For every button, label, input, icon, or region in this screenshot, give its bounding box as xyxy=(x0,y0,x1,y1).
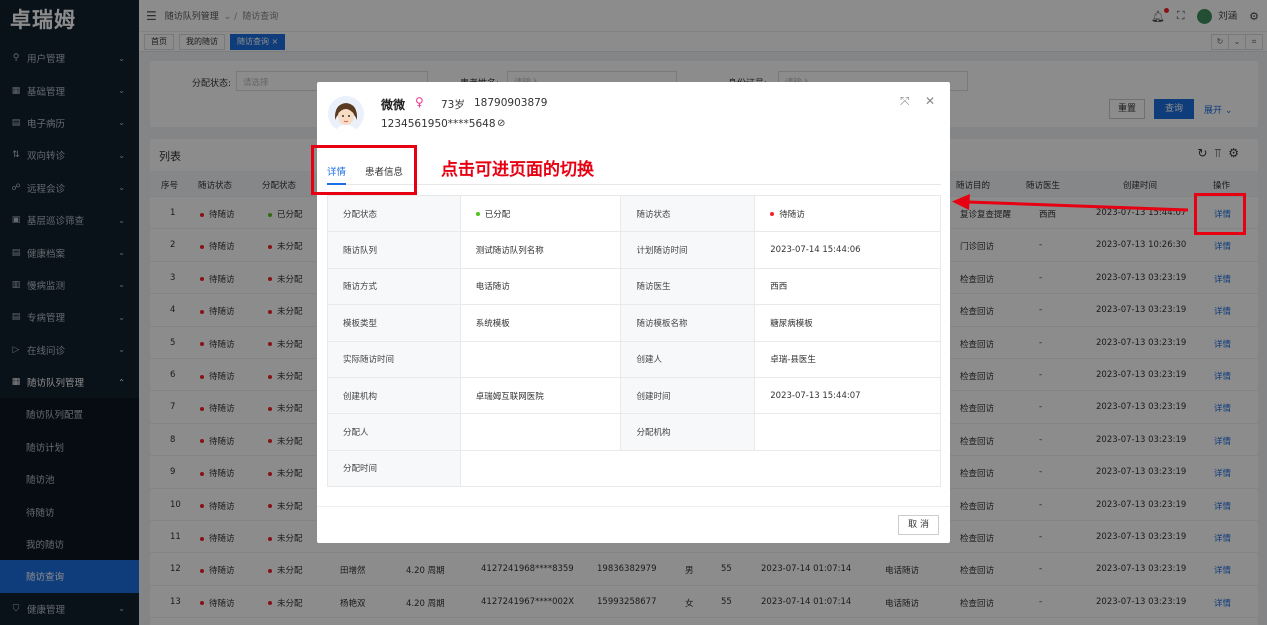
modal-footer xyxy=(317,506,950,507)
status-text: 待随访 xyxy=(779,209,805,220)
eye-hidden-icon[interactable]: ⊘ xyxy=(497,118,505,129)
detail-row: 创建机构 卓瑞姆互联网医院 创建时间 2023-07-13 15:44:07 xyxy=(327,376,941,415)
female-icon: ♀ xyxy=(415,95,424,109)
detail-label: 分配状态 xyxy=(327,194,461,233)
patient-age: 73岁 xyxy=(441,99,465,111)
detail-value: 已分配 xyxy=(459,194,622,233)
detail-value: 卓瑞-县医生 xyxy=(754,340,941,378)
detail-value xyxy=(754,413,941,451)
detail-row: 随访队列 测试随访队列名称 计划随访时间 2023-07-14 15:44:06 xyxy=(327,231,941,269)
detail-value xyxy=(459,340,622,378)
patient-avatar xyxy=(328,96,364,132)
detail-label: 创建时间 xyxy=(620,376,756,415)
close-icon[interactable]: ✕ xyxy=(925,94,935,108)
detail-label: 实际随访时间 xyxy=(327,340,461,378)
detail-row: 分配时间 xyxy=(327,449,942,488)
detail-value: 卓瑞姆互联网医院 xyxy=(459,376,622,415)
detail-label: 随访方式 xyxy=(327,267,461,306)
patient-phone: 18790903879 xyxy=(474,97,548,109)
detail-value: 2023-07-13 15:44:07 xyxy=(754,376,941,415)
detail-label: 创建机构 xyxy=(327,376,461,415)
detail-value: 待随访 xyxy=(754,194,941,233)
detail-row: 随访方式 电话随访 随访医生 西西 xyxy=(327,267,941,306)
detail-value: 系统模板 xyxy=(459,304,622,342)
detail-label: 计划随访时间 xyxy=(620,231,756,269)
detail-label: 随访医生 xyxy=(620,267,756,306)
modal-tabs: 详情 患者信息 xyxy=(327,162,941,185)
detail-label: 创建人 xyxy=(620,340,756,378)
status-text: 已分配 xyxy=(484,209,511,220)
detail-row: 分配状态 已分配 随访状态 待随访 xyxy=(327,194,941,233)
status-dot xyxy=(770,212,775,217)
detail-label: 模板类型 xyxy=(327,304,461,342)
patient-id-number: 1234561950****5648 xyxy=(381,118,496,130)
detail-label: 随访队列 xyxy=(327,231,461,269)
cancel-button[interactable]: 取 消 xyxy=(898,515,939,535)
fullscreen-modal-icon[interactable]: ⤧ xyxy=(900,94,910,109)
detail-value: 测试随访队列名称 xyxy=(459,231,622,269)
detail-value xyxy=(459,413,622,451)
annotation-highlight-detail xyxy=(1194,193,1246,235)
status-dot xyxy=(475,212,480,217)
detail-value: 2023-07-14 15:44:06 xyxy=(754,231,941,269)
patient-name: 微微 xyxy=(381,98,406,112)
detail-value xyxy=(459,449,942,488)
detail-label: 分配时间 xyxy=(327,449,461,488)
detail-value: 糖尿病模板 xyxy=(754,304,941,342)
detail-row: 分配人 分配机构 xyxy=(327,413,941,451)
detail-value: 西西 xyxy=(754,267,941,306)
detail-row: 实际随访时间 创建人 卓瑞-县医生 xyxy=(327,340,941,378)
detail-table: 分配状态 已分配 随访状态 待随访 随访队列 测试随访队列名称 计划随访时间 2023-07-… xyxy=(327,194,942,488)
detail-label: 分配人 xyxy=(327,413,461,451)
annotation-text: 点击可进页面的切换 xyxy=(441,160,594,180)
detail-row: 模板类型 系统模板 随访模板名称 糖尿病模板 xyxy=(327,304,941,342)
detail-value: 电话随访 xyxy=(459,267,622,306)
detail-label: 分配机构 xyxy=(620,413,756,451)
annotation-highlight-tabs xyxy=(311,145,417,195)
detail-label: 随访模板名称 xyxy=(620,304,756,342)
detail-label: 随访状态 xyxy=(620,194,756,233)
